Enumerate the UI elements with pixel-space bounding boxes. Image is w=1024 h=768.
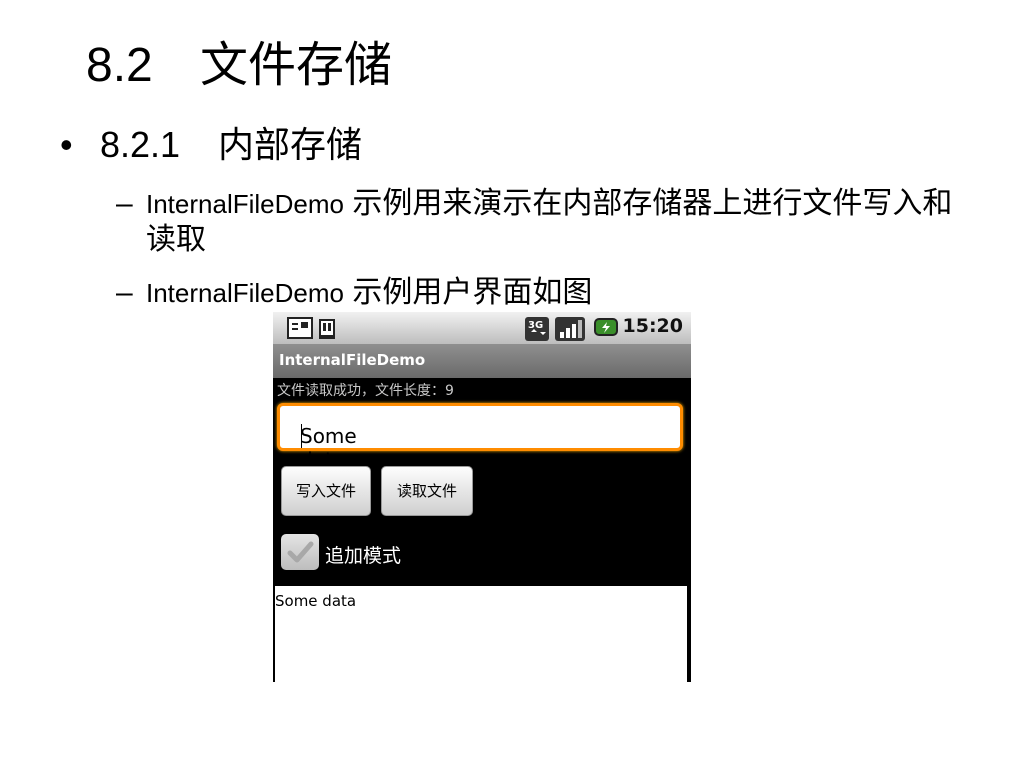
bullet-number: 8.2.1 [100,124,181,165]
slide-title: 8.2 文件存储 [86,30,392,102]
svg-text:3G: 3G [528,320,543,331]
read-file-button[interactable]: 读取文件 [381,466,473,516]
slide-title-number: 8.2 [86,39,153,92]
text-input-value: Some data [300,424,357,472]
bullet-text: 内部存储 [218,124,363,165]
text-caret [301,424,302,448]
app-title-bar: InternalFileDemo [273,344,691,378]
app-title: InternalFileDemo [279,351,426,369]
output-text-area: Some data [275,586,687,682]
battery-charging-icon [593,317,619,341]
sd-card-icon [317,317,337,345]
bullet-marker: • [60,124,73,165]
bullet-internal-storage: • 8.2.1 内部存储 [60,118,362,172]
checkmark-icon [287,541,314,563]
status-message: 文件读取成功，文件长度：9 [277,383,454,399]
sim-card-icon [287,317,313,343]
android-screenshot: 3G 15:20 InternalFileDemo 文件读取成功，文件长度：9 … [273,312,691,682]
slide-title-text: 文件存储 [200,39,393,92]
signal-bars-icon [555,317,585,345]
sub-bullet-2-text: 示例用户界面如图 [343,276,593,309]
sub-bullet-dash: – [116,276,133,309]
sub-bullet-dash: – [116,187,133,220]
output-text: Some data [275,592,357,610]
clock-time: 15:20 [622,315,683,337]
sub-bullet-1-demo-name: InternalFileDemo [146,189,344,219]
append-mode-label: 追加模式 [325,545,402,567]
sub-bullet-2-demo-name: InternalFileDemo [146,278,344,308]
3g-data-icon: 3G [525,317,549,345]
status-bar: 3G 15:20 [273,312,691,344]
append-mode-checkbox[interactable] [281,534,319,570]
text-input[interactable]: Some data [277,403,683,472]
write-file-button[interactable]: 写入文件 [281,466,371,516]
